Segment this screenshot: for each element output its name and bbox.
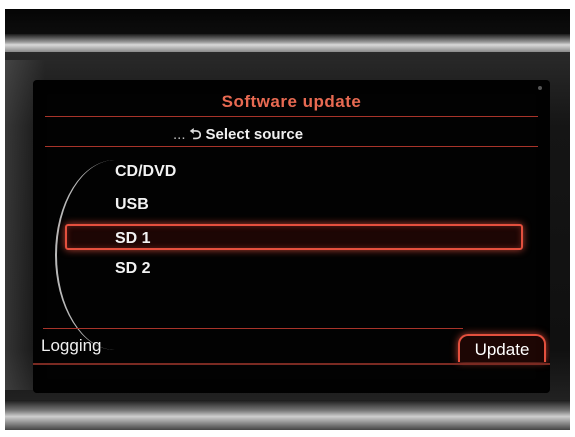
screen-title: Software update — [221, 92, 362, 111]
dashboard-trim-bottom — [5, 400, 570, 430]
source-item-label: SD 1 — [115, 230, 151, 247]
infotainment-screen: Software update ... ⮌ Select source CD/DVD… — [33, 80, 550, 393]
scroll-arc — [55, 160, 117, 350]
source-item-cd-dvd[interactable]: CD/DVD — [63, 159, 523, 185]
title-divider — [45, 116, 538, 117]
breadcrumb-divider — [45, 146, 538, 147]
photo-frame: Software update ... ⮌ Select source CD/DVD… — [0, 0, 575, 437]
breadcrumb-ellipsis: ... — [173, 126, 186, 143]
screen-bottom-edge — [33, 363, 550, 365]
breadcrumb-label: Select source — [205, 126, 304, 143]
footer-divider — [43, 328, 463, 329]
return-arrow-icon[interactable]: ⮌ — [190, 126, 202, 143]
dashboard-trim-top — [5, 34, 570, 52]
logging-softkey[interactable]: Logging — [41, 336, 102, 356]
source-item-sd-1[interactable]: SD 1 — [65, 224, 523, 250]
source-item-label: SD 2 — [115, 260, 151, 277]
ambient-sensor — [538, 86, 542, 90]
update-button[interactable]: Update — [458, 334, 546, 362]
source-item-sd-2[interactable]: SD 2 — [63, 256, 523, 282]
source-item-usb[interactable]: USB — [63, 192, 523, 218]
source-item-label: USB — [115, 196, 149, 213]
source-item-label: CD/DVD — [115, 163, 177, 180]
